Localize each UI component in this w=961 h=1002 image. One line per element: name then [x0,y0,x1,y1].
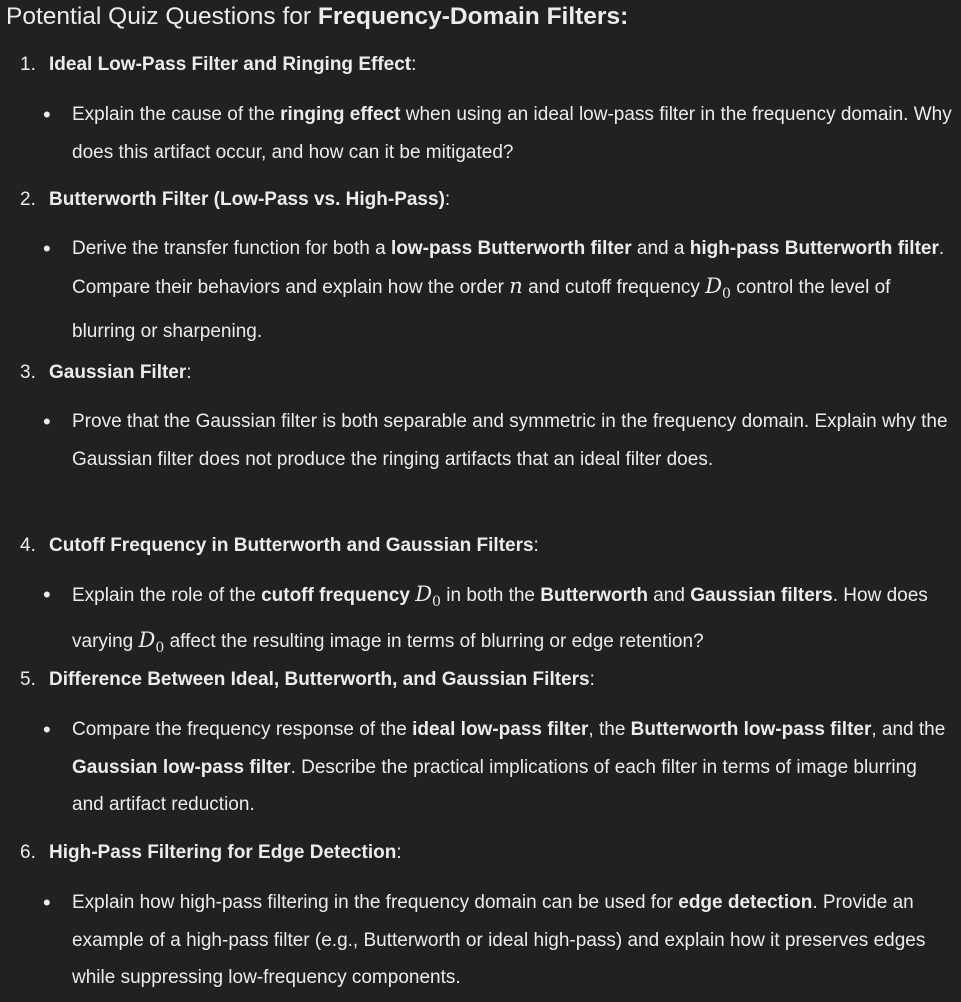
question-number: 3. [20,362,36,383]
text-run: affect the resulting image in terms of b… [164,630,704,652]
question-item: 6. High-Pass Filtering for Edge Detection… [20,840,955,866]
question-title: Cutoff Frequency in Butterworth and Gaus… [49,535,534,556]
math-symbol: D0 [705,273,731,302]
question-title: High-Pass Filtering for Edge Detection [49,842,397,863]
bullet-dot: • [43,102,51,127]
bold-term: Gaussian filters [690,585,833,606]
text-run: Derive the transfer function for both a [72,238,391,259]
question-item: 3. Gaussian Filter: [20,360,955,386]
body-text: Explain how high-pass filtering in the f… [72,892,925,988]
question-item: 5. Difference Between Ideal, Butterworth,… [20,667,955,693]
body-text: Prove that the Gaussian filter is both s… [72,411,948,470]
bold-term: cutoff frequency [261,585,416,606]
question-colon: : [533,535,539,556]
bold-term: ringing effect [280,104,401,125]
question-title: Gaussian Filter [49,362,187,383]
bold-term: Butterworth [540,585,648,606]
question-colon: : [396,842,402,863]
math-symbol: n [509,273,523,298]
page-title: Potential Quiz Questions for Frequency-D… [6,0,628,34]
question-body: • Explain the cause of the ringing effect… [43,96,952,171]
title-prefix: Potential Quiz Questions for [6,3,318,30]
text-run: Explain how high-pass filtering in the f… [72,892,679,913]
bullet-dot: • [43,236,51,261]
bold-term: edge detection [678,892,813,913]
question-title: Difference Between Ideal, Butterworth, a… [49,669,590,690]
bold-term: Gaussian low-pass filter [72,756,291,778]
math-symbol: D0 [138,627,165,656]
text-run: , and the [871,719,946,740]
math-symbol: D0 [415,582,441,611]
question-item: 4. Cutoff Frequency in Butterworth and Ga… [20,533,955,559]
bold-term: Butterworth low-pass filter [630,719,872,740]
question-body: • Derive the transfer function for both a… [43,230,952,351]
question-colon: : [186,362,192,383]
bullet-dot: • [43,409,51,434]
question-title: Butterworth Filter (Low-Pass vs. High-Pa… [49,189,445,210]
question-colon: : [589,669,595,690]
bullet-dot: • [43,582,51,607]
text-run: Explain the role of the [72,585,262,606]
question-heading: 2. Butterworth Filter (Low-Pass vs. High-… [20,187,955,213]
text-run: and [647,585,691,606]
body-text: Derive the transfer function for both a … [72,238,944,342]
question-number: 2. [20,189,36,210]
math-subscript: 0 [722,285,731,302]
question-heading: 6. High-Pass Filtering for Edge Detection… [20,840,955,866]
question-number: 5. [20,669,36,690]
question-item: 2. Butterworth Filter (Low-Pass vs. High-… [20,187,955,213]
text-run: , the [588,719,631,740]
question-colon: : [411,54,417,75]
question-title: Ideal Low-Pass Filter and Ringing Effect [49,54,412,75]
bold-term: low-pass Butterworth filter [390,238,632,259]
question-heading: 1. Ideal Low-Pass Filter and Ringing Effe… [20,52,955,78]
text-run: Compare the frequency response of the [72,719,413,740]
question-heading: 4. Cutoff Frequency in Butterworth and Ga… [20,533,955,559]
text-run: Prove that the Gaussian filter is both s… [72,411,948,470]
bullet-dot: • [43,890,51,915]
question-body: • Prove that the Gaussian filter is both … [43,403,952,478]
title-bold: Frequency-Domain Filters: [317,3,629,30]
math-subscript: 0 [155,639,165,656]
question-item: 1. Ideal Low-Pass Filter and Ringing Effe… [20,52,955,78]
question-body: • Explain the role of the cutoff frequenc… [43,576,952,667]
body-text: Explain the cause of the ringing effect … [72,104,952,163]
body-text: Compare the frequency response of the id… [72,719,945,815]
bold-term: ideal low-pass filter [412,719,589,740]
text-run: in both the [440,585,541,606]
question-heading: 3. Gaussian Filter: [20,360,955,386]
question-body: • Explain how high-pass filtering in the … [43,884,952,997]
math-subscript: 0 [432,594,441,611]
question-number: 1. [20,54,36,75]
body-text: Explain the role of the cutoff frequency… [72,582,928,656]
question-colon: : [444,189,451,210]
bullet-dot: • [43,717,51,742]
question-heading: 5. Difference Between Ideal, Butterworth,… [20,667,955,693]
document-page: Potential Quiz Questions for Frequency-D… [0,0,961,1002]
question-body: • Compare the frequency response of the i… [43,711,952,824]
text-run: and cutoff frequency [522,276,706,298]
text-run: and a [631,238,690,259]
bold-term: high-pass Butterworth filter [689,238,939,259]
question-number: 6. [20,842,36,863]
question-number: 4. [20,535,36,556]
text-run: Explain the cause of the [72,104,281,125]
